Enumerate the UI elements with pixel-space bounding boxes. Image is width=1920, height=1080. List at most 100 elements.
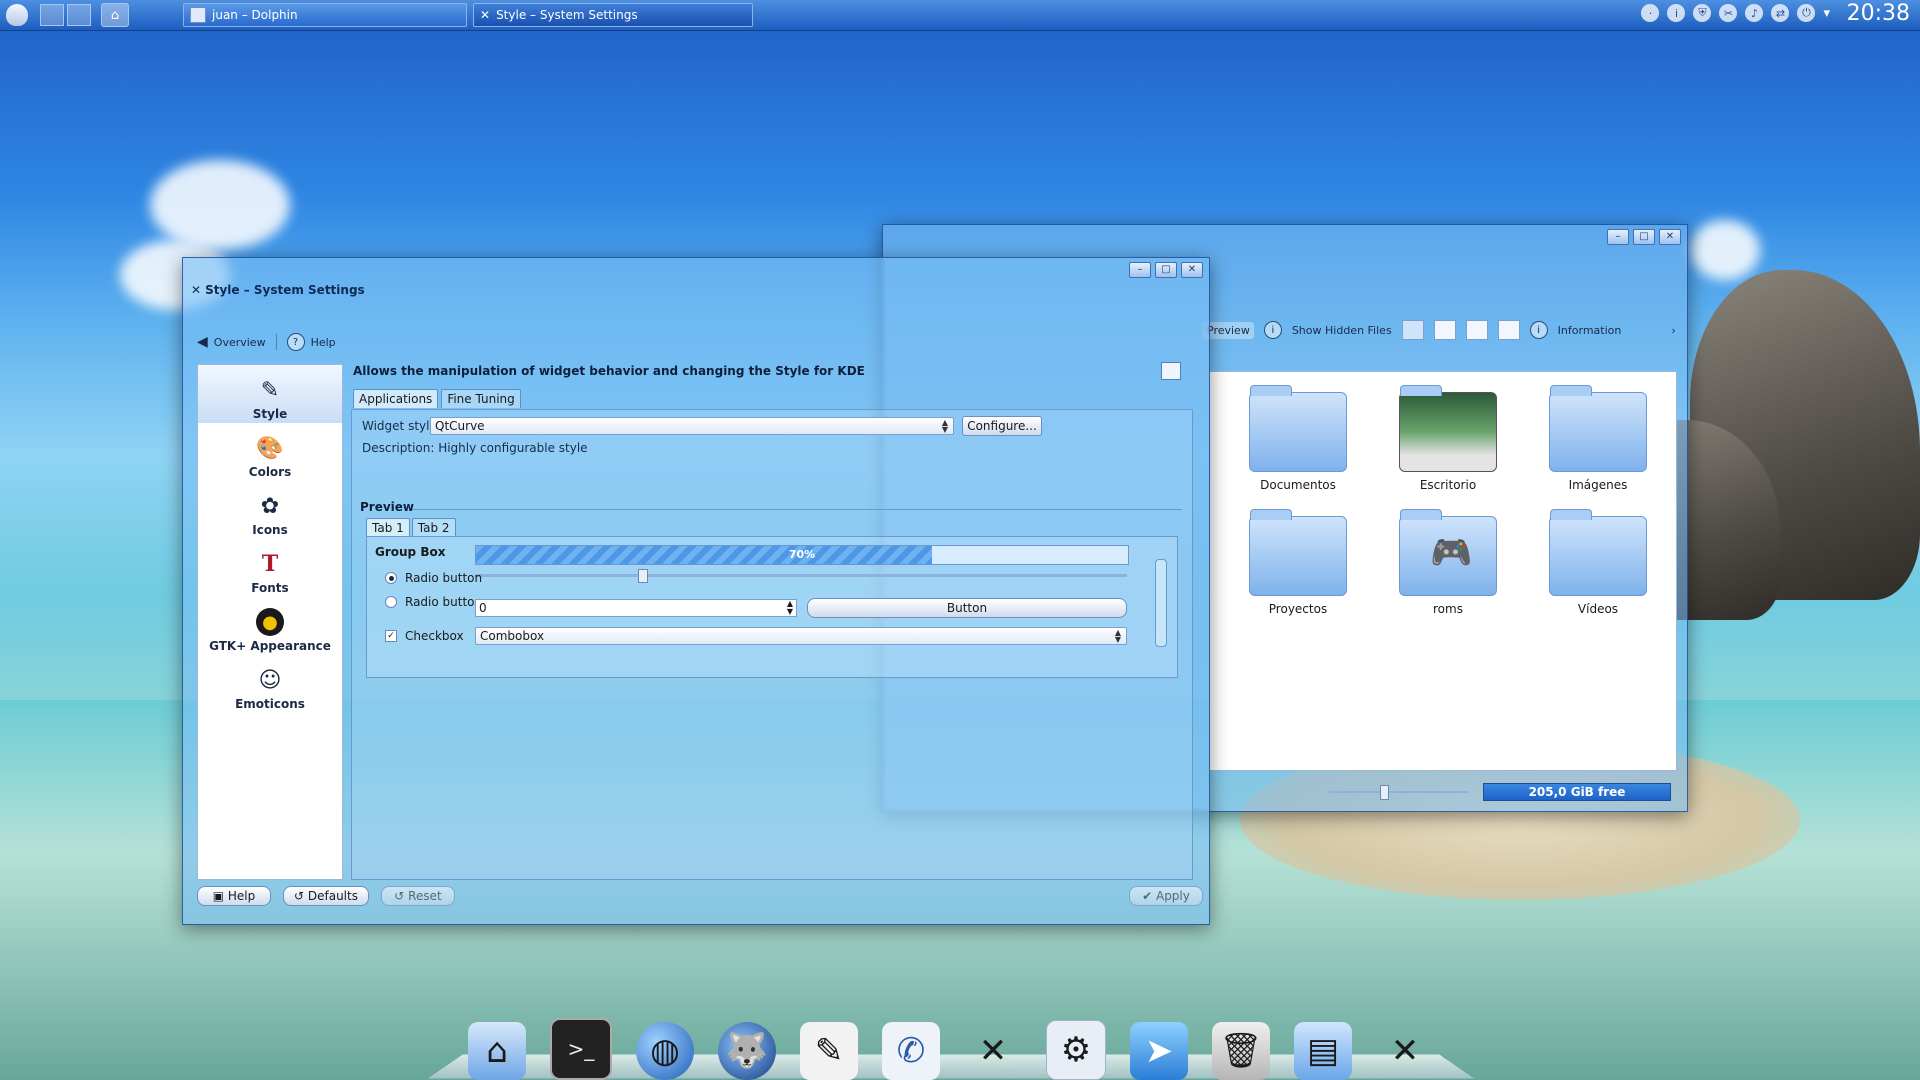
zoom-slider-handle[interactable]: [1380, 785, 1389, 800]
radio-button-1[interactable]: Radio button: [385, 571, 482, 585]
volume-icon[interactable]: ♪: [1745, 4, 1764, 22]
help-button[interactable]: ▣ Help: [197, 886, 271, 906]
system-settings-icon[interactable]: ✕: [1376, 1022, 1434, 1080]
tab-fine-tuning[interactable]: Fine Tuning: [441, 389, 521, 408]
details-view-button[interactable]: [1433, 320, 1456, 340]
style-description: Description: Highly configurable style: [362, 441, 588, 455]
preview-slider[interactable]: [475, 569, 1127, 583]
reset-button[interactable]: ↺ Reset: [381, 886, 455, 906]
close-button[interactable]: ✕: [1659, 229, 1681, 245]
preview-button[interactable]: Preview: [1203, 321, 1254, 339]
preview-combobox[interactable]: Combobox ▲ ▼: [475, 627, 1127, 645]
sidebar-item-emoticons[interactable]: ☺ Emoticons: [198, 655, 342, 713]
settings-title-buttons: – □ ✕: [1129, 262, 1203, 278]
toolbar-separator: [275, 334, 277, 350]
folder-item[interactable]: Documentos: [1238, 385, 1358, 492]
folder-item[interactable]: Escritorio: [1388, 385, 1508, 492]
home-folder-icon[interactable]: ⌂: [468, 1022, 526, 1080]
preview-checkbox[interactable]: ✓ Checkbox: [385, 629, 464, 643]
folder-item[interactable]: roms: [1388, 509, 1508, 616]
home-launcher-icon[interactable]: ⌂: [101, 3, 129, 27]
power-icon[interactable]: ⏻: [1797, 4, 1816, 22]
defaults-icon: ↺: [294, 889, 308, 903]
sidebar-item-style[interactable]: ✎ Style: [198, 365, 342, 423]
folder-item[interactable]: Imágenes: [1538, 385, 1658, 492]
wallpaper-cloud: [1690, 220, 1760, 280]
trash-icon[interactable]: 🗑: [1212, 1022, 1270, 1080]
firefox-icon[interactable]: 🐺: [718, 1022, 776, 1080]
help-menu-button[interactable]: ? Help: [286, 333, 336, 351]
maximize-button[interactable]: □: [1633, 229, 1655, 245]
clock[interactable]: 20:38: [1847, 1, 1910, 26]
combobox-value: Combobox: [480, 629, 545, 643]
apple-menu-icon[interactable]: [6, 4, 28, 26]
minimize-button[interactable]: –: [1129, 262, 1151, 278]
more-arrow-icon[interactable]: ›: [1671, 324, 1675, 337]
maximize-button[interactable]: □: [1155, 262, 1177, 278]
terminal-icon[interactable]: >_: [550, 1018, 612, 1080]
tools-icon[interactable]: ✕: [964, 1022, 1022, 1080]
applications-panel: Widget style: QtCurve ▲ ▼ Configure... De…: [351, 409, 1193, 880]
desktop-folder-icon: [1399, 385, 1497, 472]
network-status-icon[interactable]: ·: [1641, 4, 1660, 22]
defaults-button[interactable]: ↺ Defaults: [283, 886, 369, 906]
dock: ⌂ >_ ◍ 🐺 ✎ ✆ ✕ ⚙ ➤ 🗑 ▤ ✕: [427, 1000, 1475, 1080]
show-hidden-files-button[interactable]: Show Hidden Files: [1292, 324, 1392, 337]
sidebar-item-fonts[interactable]: T Fonts: [198, 539, 342, 597]
sidebar-item-icons[interactable]: ✿ Icons: [198, 481, 342, 539]
zoom-slider[interactable]: [1328, 785, 1468, 800]
folder-icon: [1249, 509, 1347, 596]
task-dolphin[interactable]: juan – Dolphin: [183, 3, 467, 27]
dolphin-toolbar: Preview i Show Hidden Files i Informatio…: [1203, 320, 1676, 340]
dolphin-file-view[interactable]: Documentos Escritorio Imágenes Proyectos…: [1209, 371, 1677, 771]
settings-window-icon[interactable]: ⚙: [1046, 1020, 1106, 1080]
widget-style-combobox[interactable]: QtCurve ▲ ▼: [430, 417, 954, 435]
sidebar-item-gtk-appearance[interactable]: ● GTK+ Appearance: [198, 597, 342, 655]
globe-icon[interactable]: ◍: [636, 1022, 694, 1080]
file-cabinet-icon[interactable]: ▤: [1294, 1022, 1352, 1080]
pdf-viewer-icon[interactable]: ✆: [882, 1022, 940, 1080]
folder-name: Proyectos: [1268, 602, 1328, 616]
shield-icon[interactable]: ⛨: [1693, 4, 1712, 22]
folder-name: Documentos: [1260, 478, 1336, 492]
tray-expand-icon[interactable]: ▾: [1823, 6, 1830, 21]
preview-frame: Group Box 70% Radio button Radio button: [366, 536, 1178, 678]
preview-tab-2[interactable]: Tab 2: [411, 518, 456, 537]
pager-desktop-1[interactable]: [40, 4, 64, 26]
info-icon: i: [1263, 321, 1282, 339]
sidebar-item-label: Fonts: [251, 581, 289, 595]
tab-applications[interactable]: Applications: [353, 389, 439, 408]
text-editor-icon[interactable]: ✎: [800, 1022, 858, 1080]
preview-scrollbar[interactable]: [1155, 559, 1167, 647]
scissors-icon[interactable]: ✂: [1719, 4, 1738, 22]
radio-button-2[interactable]: Radio button: [385, 595, 482, 609]
preview-button[interactable]: Button: [807, 598, 1127, 618]
tools-task-icon: ✕: [480, 8, 491, 22]
apply-button[interactable]: ✔ Apply: [1129, 886, 1203, 906]
folder-icon: [1249, 385, 1347, 472]
system-settings-window: – □ ✕ ✕ Style – System Settings ◀ Overvi…: [182, 257, 1210, 925]
preview-tab-1[interactable]: Tab 1: [366, 518, 410, 537]
information-button[interactable]: Information: [1558, 324, 1622, 337]
folder-item[interactable]: Proyectos: [1238, 509, 1358, 616]
columns-view-button[interactable]: [1465, 320, 1488, 340]
tools-icon: ✕: [191, 283, 202, 297]
split-view-button[interactable]: [1497, 320, 1520, 340]
sidebar-item-colors[interactable]: 🎨 Colors: [198, 423, 342, 481]
pointer-icon[interactable]: ➤: [1130, 1022, 1188, 1080]
overview-button[interactable]: ◀ Overview: [197, 334, 266, 350]
desktop-pager[interactable]: [40, 4, 91, 26]
top-panel: ⌂ juan – Dolphin ✕ Style – System Settin…: [0, 0, 1920, 31]
preview-spinbox[interactable]: 0 ▲ ▼: [475, 599, 797, 617]
folder-item[interactable]: Vídeos: [1538, 509, 1658, 616]
minimize-button[interactable]: –: [1607, 229, 1629, 245]
pager-desktop-2[interactable]: [67, 4, 91, 26]
close-button[interactable]: ✕: [1181, 262, 1203, 278]
task-label: Style – System Settings: [496, 8, 638, 22]
usb-icon[interactable]: ⇄: [1771, 4, 1790, 22]
slider-handle[interactable]: [638, 569, 648, 583]
icons-view-button[interactable]: [1401, 320, 1424, 340]
configure-button[interactable]: Configure...: [962, 416, 1042, 436]
task-system-settings[interactable]: ✕ Style – System Settings: [473, 3, 753, 27]
info-icon[interactable]: i: [1667, 4, 1686, 22]
